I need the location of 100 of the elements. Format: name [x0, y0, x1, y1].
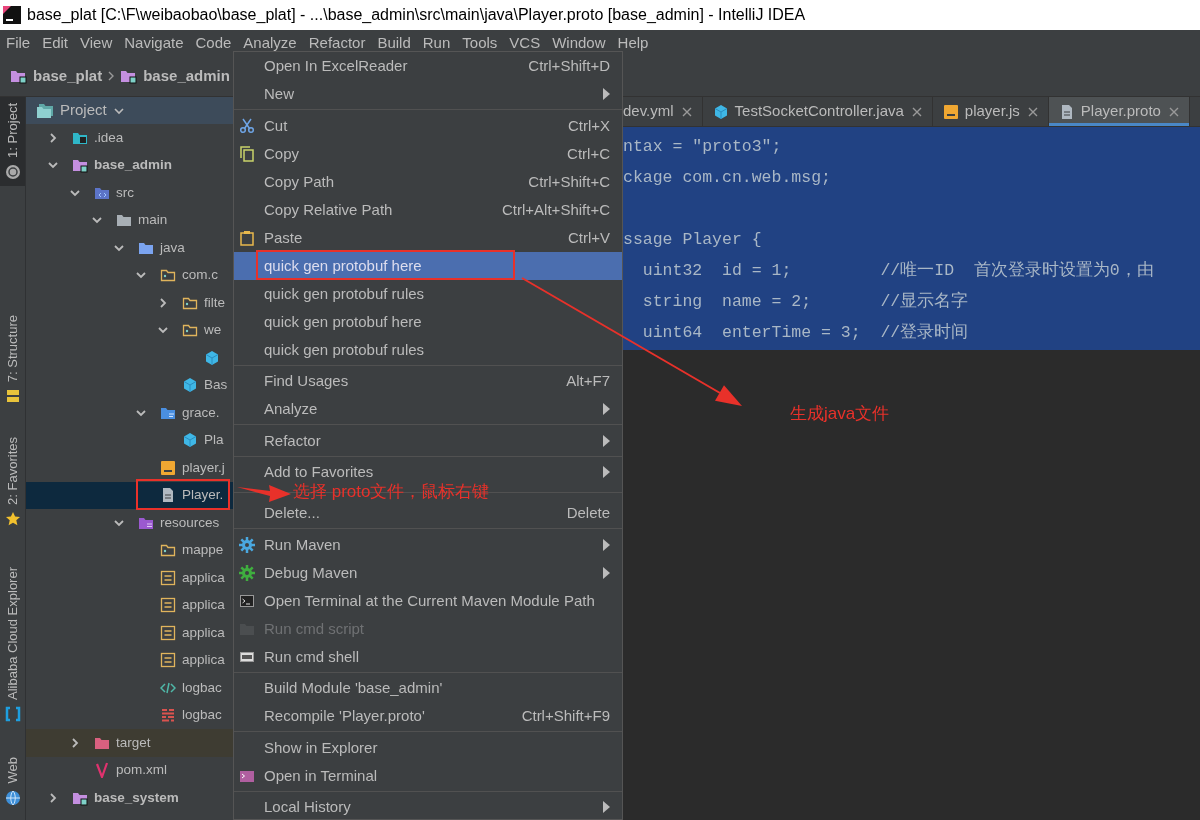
- tree-row[interactable]: main: [26, 206, 233, 234]
- folder-icon: [10, 68, 28, 84]
- tree-row[interactable]: applica: [26, 619, 233, 647]
- gear-icon: [239, 564, 255, 581]
- folder-icon: [160, 267, 176, 284]
- tree-row[interactable]: filte: [26, 289, 233, 317]
- menu-item[interactable]: Refactor: [302, 33, 372, 53]
- tool-window-button[interactable]: 7: Structure: [0, 308, 25, 411]
- app-logo-icon: [3, 6, 21, 24]
- star-icon: [4, 511, 21, 528]
- menu-item[interactable]: Delete... Delete: [234, 499, 622, 527]
- tree-row[interactable]: pom.xml: [26, 756, 233, 784]
- gear-icon: [239, 536, 255, 553]
- tree-row[interactable]: applica: [26, 591, 233, 619]
- menu-item[interactable]: Build Module 'base_admin': [234, 674, 622, 702]
- menu-item[interactable]: View: [74, 33, 119, 53]
- annotation-text: 选择 proto文件，鼠标右键: [293, 483, 490, 501]
- menu-item[interactable]: quick gen protobuf here: [234, 307, 622, 336]
- tree-row[interactable]: logbac: [26, 674, 233, 702]
- menu-item[interactable]: Paste Ctrl+V: [234, 223, 622, 252]
- menu-item[interactable]: Debug Maven: [234, 558, 622, 587]
- tree-row[interactable]: logbac: [26, 701, 233, 729]
- tree-item-label: applica: [182, 596, 225, 615]
- menu-item[interactable]: Copy Relative Path Ctrl+Alt+Shift+C: [234, 195, 622, 224]
- tool-window-button[interactable]: 2: Favorites: [0, 431, 25, 534]
- tree-row[interactable]: target: [26, 729, 233, 757]
- menu-item[interactable]: Run: [416, 33, 457, 53]
- tree-row[interactable]: applica: [26, 646, 233, 674]
- tree-row[interactable]: resources: [26, 509, 233, 537]
- tree-item-label: src: [116, 183, 134, 202]
- menu-item[interactable]: Recompile 'Player.proto' Ctrl+Shift+F9: [234, 702, 622, 730]
- tree-row[interactable]: grace.: [26, 399, 233, 427]
- tree-item-label: resources: [160, 513, 220, 532]
- tree-row[interactable]: base_admin: [26, 151, 233, 179]
- menu-item[interactable]: Refactor: [234, 426, 622, 455]
- file-icon: [160, 459, 176, 476]
- file-icon: [160, 597, 176, 614]
- menu-item[interactable]: Cut Ctrl+X: [234, 111, 622, 140]
- menu-item[interactable]: Analyze: [237, 33, 303, 53]
- tree-row[interactable]: base_system: [26, 784, 233, 812]
- tree-row[interactable]: mappe: [26, 536, 233, 564]
- tree-row[interactable]: Player.: [26, 481, 233, 509]
- tree-row[interactable]: Pla: [26, 426, 233, 454]
- cube-icon: [712, 103, 729, 120]
- menu-item[interactable]: Open In ExcelReader Ctrl+Shift+D: [234, 52, 622, 80]
- tree-row[interactable]: com.c: [26, 261, 233, 289]
- code-line: uint32 id = 1; //唯一ID 首次登录时设置为0，由: [641, 260, 1154, 282]
- menu-item[interactable]: Find Usages Alt+F7: [234, 367, 622, 395]
- tree-row[interactable]: java: [26, 234, 233, 262]
- menu-item[interactable]: Analyze: [234, 395, 622, 423]
- menu-item[interactable]: quick gen protobuf rules: [234, 335, 622, 364]
- cube-icon: [204, 349, 220, 366]
- tree-row[interactable]: .idea: [26, 124, 233, 152]
- menu-item[interactable]: Code: [189, 33, 238, 53]
- tool-window-button[interactable]: Alibaba Cloud Explorer: [0, 561, 25, 728]
- folder-icon: [120, 68, 139, 84]
- editor-tab[interactable]: player.js: [932, 97, 1049, 126]
- menu-item[interactable]: VCS: [503, 33, 547, 53]
- tool-window-button[interactable]: Web: [0, 751, 25, 812]
- menu-item[interactable]: Navigate: [118, 33, 190, 53]
- menu-item[interactable]: Open Terminal at the Current Maven Module Path: [234, 586, 622, 615]
- breadcrumb-item[interactable]: base_plat: [33, 64, 103, 88]
- menu-item[interactable]: Help: [611, 33, 655, 53]
- menu-item[interactable]: File: [0, 33, 37, 53]
- menu-item[interactable]: Open in Terminal: [234, 761, 622, 790]
- menu-item[interactable]: Local History: [234, 793, 622, 819]
- menu-item[interactable]: quick gen protobuf rules: [234, 279, 622, 308]
- menu-item[interactable]: Copy Path Ctrl+Shift+C: [234, 167, 622, 196]
- tree-row[interactable]: src: [26, 179, 233, 207]
- code-line: ssage Player {: [623, 229, 762, 251]
- breadcrumb-item[interactable]: base_admin: [143, 64, 230, 88]
- menu-item[interactable]: Build: [371, 33, 417, 53]
- tree-row[interactable]: Bas: [26, 371, 233, 399]
- menu-item[interactable]: Run Maven: [234, 530, 622, 559]
- menu-item[interactable]: Copy Ctrl+C: [234, 139, 622, 168]
- window-title: base_plat [C:\F\weibaobao\base_plat] - ...\base_admin\src\main\java\Player.proto [base_admin] - IntelliJ IDEA: [27, 5, 806, 25]
- globe-icon: [4, 789, 21, 806]
- editor-tab[interactable]: TestSocketController.java: [702, 97, 933, 126]
- tree-item-label: Player.: [182, 486, 224, 505]
- circle-icon: [4, 163, 21, 180]
- tree-item-label: grace.: [182, 403, 220, 422]
- cube-icon: [182, 432, 198, 449]
- tree-row[interactable]: player.j: [26, 454, 233, 482]
- menu-item[interactable]: quick gen protobuf here: [234, 251, 622, 280]
- menu-item[interactable]: New: [234, 80, 622, 108]
- editor-tab[interactable]: Player.proto: [1048, 97, 1190, 126]
- menu-item[interactable]: Tools: [456, 33, 504, 53]
- tree-item-label: player.j: [182, 458, 225, 477]
- menu-item[interactable]: Show in Explorer: [234, 733, 622, 762]
- stripes-icon: [160, 707, 176, 724]
- tree-row[interactable]: applica: [26, 564, 233, 592]
- menu-item[interactable]: Window: [546, 33, 612, 53]
- copy-icon: [239, 145, 255, 162]
- menu-item[interactable]: Run cmd shell: [234, 642, 622, 671]
- menu-item[interactable]: Edit: [36, 33, 75, 53]
- code-line: ntax = "proto3";: [623, 136, 782, 158]
- shortcut-text: Ctrl+Alt+Shift+C: [502, 200, 610, 219]
- tree-item-label: main: [138, 211, 168, 230]
- tool-window-button[interactable]: 1: Project: [0, 97, 25, 186]
- tree-row[interactable]: we: [26, 316, 233, 344]
